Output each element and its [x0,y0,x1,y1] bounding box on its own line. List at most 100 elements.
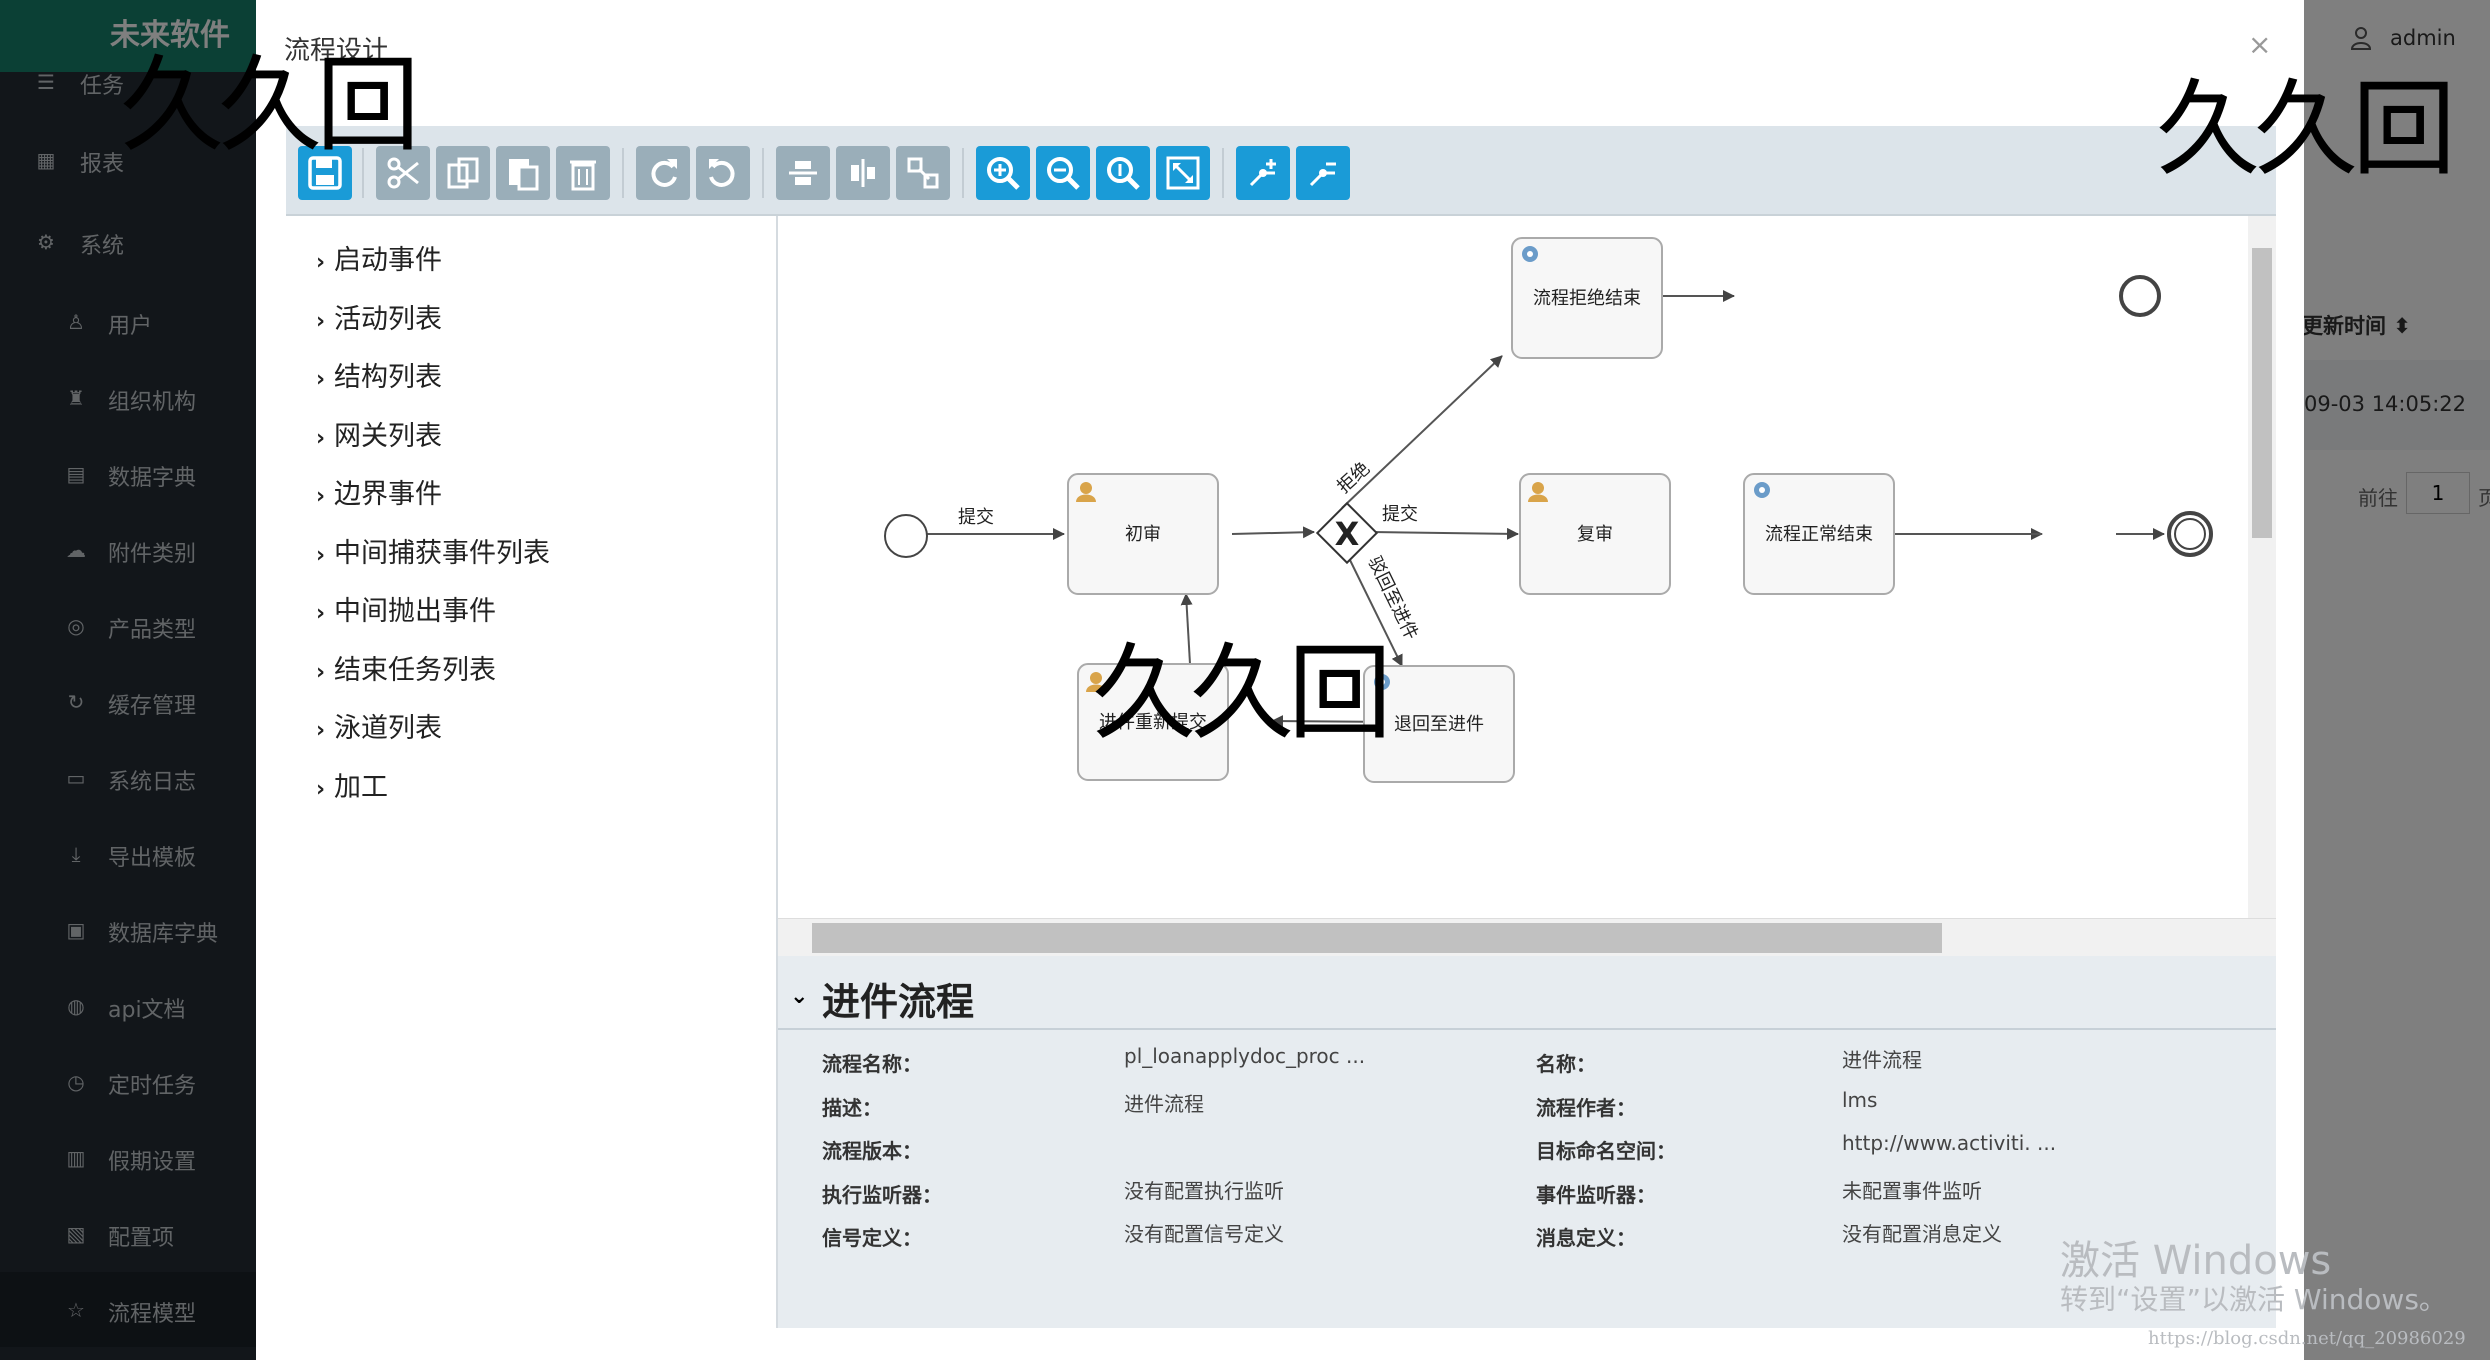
undo-button[interactable] [696,146,750,200]
palette-group[interactable]: › 结束任务列表 [316,648,496,688]
task-first-review[interactable]: 初审 [1067,473,1219,595]
task-second-review[interactable]: 复审 [1519,473,1671,595]
horizontal-scrollbar[interactable] [778,918,2276,957]
vertical-scroll-thumb[interactable] [2252,248,2272,538]
shape-palette: › 启动事件 › 活动列表 › 结构列表 › 网关列表 › 边界事件 › 中间捕获事件列表 › 中间抛出事… [286,216,778,1328]
chevron-right-icon: › [316,484,326,509]
property-value[interactable]: 没有配置执行监听 [1124,1175,1284,1204]
property-value[interactable]: http://www.activiti. ... [1842,1131,2056,1155]
property-label: 名称： [1536,1052,1596,1076]
align-horizontal-icon [851,159,875,187]
palette-group[interactable]: › 结构列表 [316,355,442,395]
flow-to-gateway [1231,526,1315,539]
properties-title: 进件流程 [822,980,975,1024]
collapse-chevron-icon[interactable]: ⌄ [790,984,808,1009]
property-label: 执行监听器： [822,1182,942,1207]
task-back-to-entry[interactable]: 退回至进件 [1363,665,1515,783]
zoom-in-icon [987,157,1020,190]
chevron-right-icon: › [316,250,326,275]
property-label: 流程版本： [822,1139,922,1163]
start-event[interactable] [884,514,928,558]
zoom-in-button[interactable] [976,146,1030,200]
copy-icon [447,157,479,189]
zoom-fit-button[interactable] [1156,146,1210,200]
copy-button[interactable] [436,146,490,200]
watermark-text: 久久回 [120,44,420,166]
palette-group[interactable]: › 中间捕获事件列表 [316,531,550,571]
property-value[interactable]: 进件流程 [1124,1088,1204,1117]
palette-group-label: 活动列表 [334,303,442,335]
palette-group[interactable]: › 中间抛出事件 [316,589,496,629]
zoom-actual-button[interactable] [1096,146,1150,200]
property-label: 流程名称： [822,1052,922,1076]
property-label: 消息定义： [1536,1226,1636,1250]
zoom-fit-icon [1166,156,1200,190]
redo-icon [651,159,677,187]
bend-remove-icon [1309,162,1336,187]
property-value[interactable]: 未配置事件监听 [1842,1175,1982,1204]
property-value[interactable]: 没有配置信号定义 [1124,1218,1284,1247]
same-size-button[interactable] [896,146,950,200]
align-vertical-button[interactable] [776,146,830,200]
paste-button[interactable] [496,146,550,200]
property-label: 信号定义： [822,1226,922,1250]
delete-button[interactable] [556,146,610,200]
zoom-actual-icon [1107,157,1140,190]
palette-group-label: 启动事件 [334,245,442,276]
svg-text:退回至进件: 退回至进件 [1394,714,1484,735]
properties-panel: ⌄ 进件流程 流程名称： pl_loanapplydoc_proc ... 名称： 进… [778,956,2276,1328]
edge-label-reject: 拒绝 [1333,458,1374,498]
palette-group[interactable]: › 启动事件 [316,238,442,278]
property-value[interactable]: 没有配置消息定义 [1842,1218,2002,1247]
svg-text:复审: 复审 [1577,524,1613,545]
chevron-right-icon: › [316,601,326,626]
paste-icon [509,159,539,191]
align-horizontal-button[interactable] [836,146,890,200]
windows-activation-hint: 转到“设置”以激活 Windows。 [2060,1283,2447,1316]
task-normal-end[interactable]: 流程正常结束 [1743,473,1895,595]
edge-label-submit-2: 提交 [1382,504,1418,525]
watermark-text: 久久回 [1092,632,1392,754]
chevron-right-icon: › [316,425,326,451]
same-size-icon [907,157,939,189]
redo-button[interactable] [636,146,690,200]
palette-group-label: 结束任务列表 [334,654,496,686]
process-diagram: 提交 拒绝 提交 驳回至进件 X 初审 流程拒绝结束 复审 流程正常结束 进件重… [884,237,2213,783]
task-reject-end[interactable]: 流程拒绝结束 [1511,237,1663,359]
chevron-right-icon: › [316,542,326,568]
chevron-right-icon: › [316,308,326,334]
chevron-right-icon: › [316,367,326,392]
bend-add-button[interactable] [1236,146,1290,200]
bend-remove-button[interactable] [1296,146,1350,200]
palette-group[interactable]: › 加工 [316,765,388,805]
palette-group-label: 结构列表 [334,362,442,393]
chevron-right-icon: › [316,776,326,802]
property-value[interactable]: pl_loanapplydoc_proc ... [1124,1044,1365,1068]
palette-group-label: 中间抛出事件 [334,596,496,627]
property-value[interactable]: lms [1842,1088,1877,1112]
flow-submit-2 [1371,527,1519,540]
flow-reject [1341,355,1503,509]
palette-group[interactable]: › 边界事件 [316,472,442,512]
zoom-out-button[interactable] [1036,146,1090,200]
palette-group-label: 加工 [334,771,388,803]
zoom-out-icon [1047,157,1080,190]
palette-group[interactable]: › 网关列表 [316,414,442,454]
watermark-text: 久久回 [2156,68,2456,190]
palette-group-label: 中间捕获事件列表 [334,537,550,569]
edge-label-submit-1: 提交 [958,507,994,528]
horizontal-scroll-thumb[interactable] [812,923,1942,953]
delete-icon [570,160,596,191]
property-label: 目标命名空间： [1536,1139,1676,1163]
vertical-scrollbar[interactable] [2248,216,2276,918]
diagram-canvas[interactable]: 提交 拒绝 提交 驳回至进件 X 初审 流程拒绝结束 复审 流程正常结束 进件重… [778,216,2276,918]
chevron-right-icon: › [316,659,326,685]
end-event-reject[interactable] [2119,275,2161,317]
chevron-right-icon: › [316,718,326,743]
palette-group[interactable]: › 泳道列表 [316,706,442,746]
property-label: 流程作者： [1536,1095,1636,1120]
property-label: 描述： [822,1095,882,1120]
property-value[interactable]: 进件流程 [1842,1044,1922,1073]
palette-group[interactable]: › 活动列表 [316,297,442,337]
bend-add-icon [1249,159,1276,187]
